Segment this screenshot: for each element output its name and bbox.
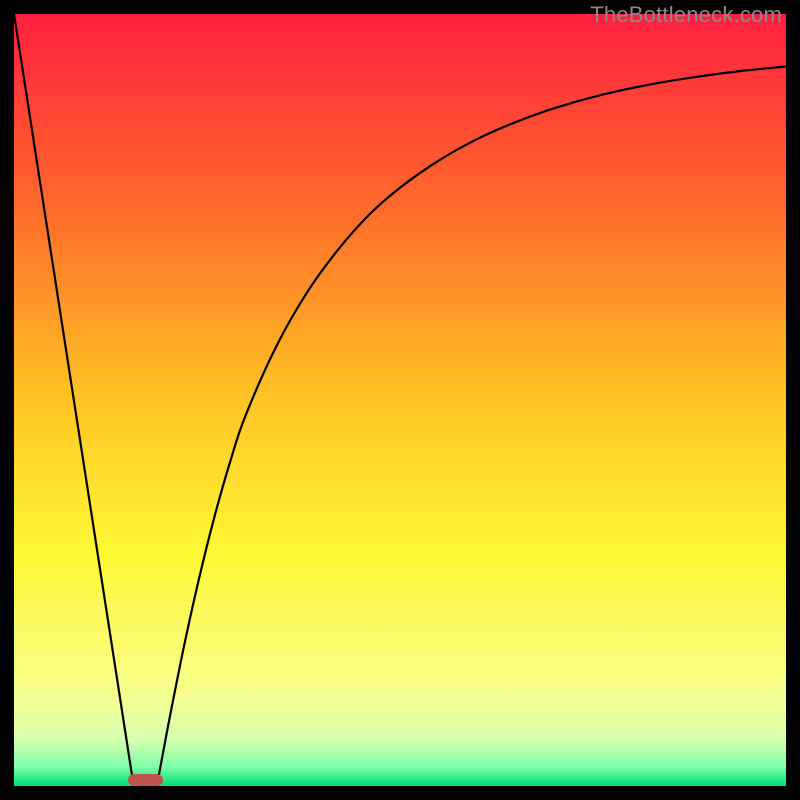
chart-frame: [14, 14, 786, 786]
watermark-text: TheBottleneck.com: [590, 2, 782, 28]
gradient-background: [14, 14, 786, 786]
bottleneck-marker: [128, 774, 163, 786]
gradient-plot: [14, 14, 786, 786]
